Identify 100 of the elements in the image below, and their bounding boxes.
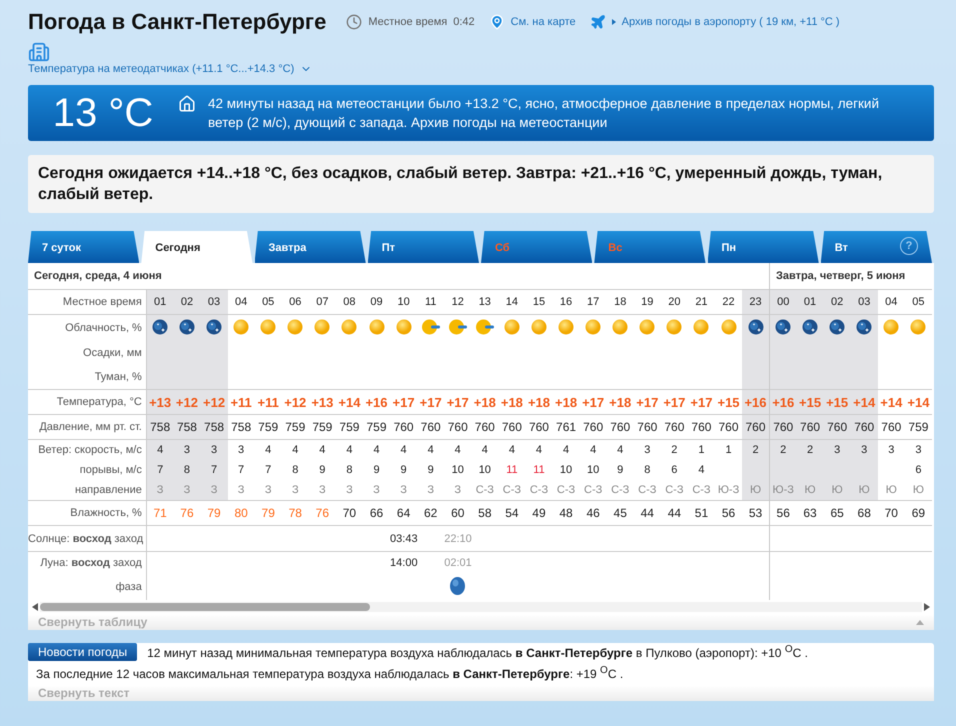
gust-value: 10 bbox=[587, 464, 600, 476]
night-moon-icon bbox=[206, 318, 222, 334]
pressure-value: 761 bbox=[556, 420, 576, 434]
row-label: Давление, мм рт. ст. bbox=[39, 421, 142, 433]
wind-direction: З bbox=[427, 484, 434, 496]
humidity-value: 56 bbox=[776, 506, 790, 520]
pressure-value: 760 bbox=[420, 420, 441, 434]
wind-direction: Ю-З bbox=[772, 484, 794, 496]
humidity-value: 76 bbox=[180, 506, 194, 520]
wind-speed-value: 3 bbox=[210, 444, 218, 456]
collapse-text-link[interactable]: Свернуть текст bbox=[38, 686, 130, 700]
hour-label: 01 bbox=[804, 296, 816, 308]
temperature-value: +15 bbox=[717, 394, 740, 410]
building-icon bbox=[28, 41, 50, 63]
gust-value: 11 bbox=[506, 464, 518, 476]
local-time: 0:42 bbox=[453, 16, 475, 28]
pressure-value: 759 bbox=[285, 420, 306, 434]
sun-icon bbox=[639, 318, 656, 334]
sun-icon bbox=[396, 318, 412, 334]
news-text: 12 минут назад минимальная температура воздуха наблюдалась в Санкт-Петербурге в Пулково (аэропорт): +10 $^{O}$C . bbox=[147, 644, 808, 660]
wind-direction: З bbox=[454, 484, 462, 496]
hour-label: 03 bbox=[858, 296, 870, 308]
temperature-value: +17 bbox=[582, 394, 604, 410]
map-link[interactable]: См. на карте bbox=[510, 16, 576, 28]
temperature-value: +18 bbox=[609, 394, 632, 410]
collapse-table-link[interactable]: Свернуть таблицу bbox=[38, 615, 148, 629]
day-tab[interactable]: Пн bbox=[708, 231, 819, 263]
wind-direction: Ю bbox=[804, 484, 816, 496]
airport-archive-link[interactable]: Архив погоды в аэропорту ( 19 км, +11 °C ) bbox=[622, 16, 840, 28]
humidity-value: 46 bbox=[586, 506, 600, 520]
sun-icon bbox=[883, 318, 900, 334]
hour-label: 13 bbox=[478, 296, 491, 308]
temperature-value: +14 bbox=[853, 394, 876, 410]
hour-label: 22 bbox=[722, 296, 735, 308]
pressure-value: 760 bbox=[881, 420, 902, 434]
sun-icon bbox=[910, 318, 926, 334]
humidity-value: 71 bbox=[153, 506, 167, 520]
temperature-value: +17 bbox=[446, 394, 469, 410]
wind-speed-value: 3 bbox=[915, 444, 922, 456]
day-tab[interactable]: Завтра bbox=[254, 231, 366, 263]
wind-speed-value: 4 bbox=[536, 444, 542, 456]
hour-label: 18 bbox=[614, 296, 626, 308]
day-tab[interactable]: Сегодня bbox=[141, 231, 252, 263]
row-label: Местное время bbox=[62, 296, 142, 308]
day-title: Сегодня, среда, 4 июня bbox=[34, 270, 162, 282]
humidity-value: 65 bbox=[830, 506, 844, 520]
forecast-summary: Сегодня ожидается +14..+18 °C, без осадков, слабый ветер. Завтра: +21..+16 °C, умеренный дождь, туман, слабый ветер. bbox=[28, 155, 934, 213]
night-moon-icon bbox=[802, 318, 818, 334]
pressure-value: 760 bbox=[664, 420, 684, 434]
pressure-value: 760 bbox=[773, 420, 794, 434]
hour-label: 23 bbox=[749, 296, 762, 308]
wind-direction: С-З bbox=[638, 484, 656, 496]
local-time-label: Местное время bbox=[368, 16, 448, 28]
gust-value: 6 bbox=[915, 464, 922, 476]
wind-direction: С-З bbox=[502, 484, 522, 496]
moonset-time: 02:01 bbox=[444, 557, 472, 569]
day-tab[interactable]: Пт bbox=[368, 231, 479, 263]
sun-icon bbox=[693, 318, 710, 334]
station-archive-link[interactable]: Архив погоды на метеостанции bbox=[411, 115, 608, 130]
scroll-right-icon[interactable] bbox=[924, 603, 930, 611]
up-triangle-icon[interactable] bbox=[916, 620, 924, 624]
hour-label: 21 bbox=[695, 296, 708, 308]
day-tab[interactable]: 7 суток bbox=[28, 231, 140, 263]
pressure-value: 760 bbox=[583, 420, 604, 434]
row-label: Луна: восход заход bbox=[40, 557, 142, 569]
sunset-time: 22:10 bbox=[444, 532, 472, 544]
temperature-value: +12 bbox=[284, 394, 306, 410]
temperature-value: +14 bbox=[880, 394, 902, 410]
scrollbar-thumb[interactable] bbox=[40, 603, 370, 611]
scroll-left-icon[interactable] bbox=[32, 603, 38, 611]
temperature-value: +17 bbox=[392, 394, 415, 410]
gust-value: 8 bbox=[184, 464, 190, 476]
wind-direction: С-З bbox=[530, 484, 548, 496]
temperature-value: +17 bbox=[420, 394, 442, 410]
pressure-value: 760 bbox=[394, 420, 414, 434]
pressure-value: 760 bbox=[800, 420, 820, 434]
wind-speed-value: 3 bbox=[184, 444, 190, 456]
hour-label: 15 bbox=[532, 296, 546, 308]
page-title: Погода в Санкт-Петербурге bbox=[28, 9, 326, 35]
sensors-link[interactable]: Температура на метеодатчиках (+11.1 °C...+14.3 °C) bbox=[28, 63, 294, 75]
news-badge: Новости погоды bbox=[28, 643, 138, 661]
row-label: Солнце: восход заход bbox=[28, 532, 144, 544]
wind-speed-value: 3 bbox=[861, 444, 868, 456]
wind-direction: З bbox=[400, 484, 407, 496]
row-label: Температура, °C bbox=[56, 396, 142, 408]
hour-label: 05 bbox=[912, 296, 925, 308]
hour-label: 04 bbox=[885, 296, 898, 308]
pressure-value: 760 bbox=[448, 420, 468, 434]
temperature-value: +13 bbox=[149, 394, 172, 410]
hour-label: 01 bbox=[154, 296, 166, 308]
wind-speed-value: 1 bbox=[698, 444, 704, 456]
humidity-value: 80 bbox=[234, 506, 248, 520]
help-button[interactable]: ? bbox=[900, 237, 918, 255]
gust-value: 7 bbox=[238, 464, 244, 476]
pressure-value: 759 bbox=[312, 420, 332, 434]
pressure-value: 760 bbox=[610, 420, 630, 434]
wind-speed-value: 3 bbox=[238, 444, 244, 456]
wind-speed-value: 4 bbox=[319, 444, 326, 456]
clock-icon bbox=[346, 14, 362, 30]
row-label: фаза bbox=[116, 581, 142, 593]
